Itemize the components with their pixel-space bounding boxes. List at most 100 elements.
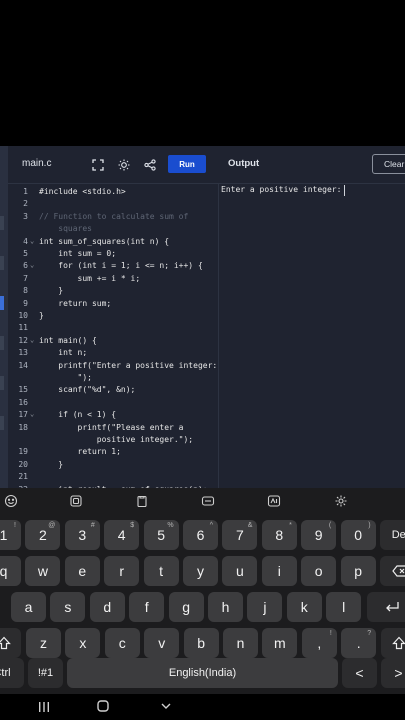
emoji-icon[interactable]: [4, 494, 18, 508]
key-n[interactable]: n: [223, 628, 258, 658]
key-d[interactable]: d: [89, 592, 125, 622]
code-line[interactable]: sum += i * i;: [39, 274, 141, 283]
key-7[interactable]: 7 &: [222, 520, 258, 550]
clipboard-icon[interactable]: [135, 494, 149, 508]
key-q[interactable]: q: [0, 556, 21, 586]
key-u[interactable]: u: [222, 556, 258, 586]
code-line[interactable]: return sum;: [39, 299, 111, 308]
key-a[interactable]: a: [11, 592, 46, 622]
code-line[interactable]: return 1;: [39, 447, 121, 456]
output-console[interactable]: Enter a positive integer:: [219, 185, 405, 488]
code-line[interactable]: }: [39, 460, 63, 469]
key-k[interactable]: k: [286, 592, 322, 622]
key-label: 9: [314, 527, 323, 543]
code-line[interactable]: scanf("%d", &n);: [39, 385, 135, 394]
code-line[interactable]: positive integer.");: [39, 435, 193, 444]
enter-key[interactable]: [367, 592, 405, 622]
fold-chevron-icon[interactable]: ⌄: [30, 261, 34, 269]
left-arrow-key[interactable]: <: [342, 658, 377, 688]
code-editor[interactable]: 1 #include <stdio.h> 2 3 // Function to calc…: [8, 185, 218, 488]
code-line[interactable]: int main() {: [39, 336, 97, 345]
code-line[interactable]: ");: [39, 373, 92, 382]
rail-item[interactable]: [0, 416, 4, 430]
fold-chevron-icon[interactable]: ⌄: [30, 237, 34, 245]
symbols-key[interactable]: !#1: [28, 658, 63, 688]
fullscreen-icon[interactable]: [88, 155, 108, 175]
code-line[interactable]: squares: [39, 224, 92, 233]
settings-icon[interactable]: [334, 494, 348, 508]
clear-button[interactable]: Clear: [372, 154, 405, 174]
rail-item[interactable]: [0, 376, 4, 390]
key-v[interactable]: v: [144, 628, 180, 658]
key-4[interactable]: 4 $: [104, 520, 140, 550]
key-9[interactable]: 9(: [301, 520, 337, 550]
code-line[interactable]: printf("Enter a positive integer:: [39, 361, 217, 370]
share-icon[interactable]: [140, 155, 160, 175]
keyboard-down-icon[interactable]: [160, 700, 172, 712]
key-i[interactable]: i: [261, 556, 297, 586]
key-b[interactable]: b: [183, 628, 219, 658]
key-p[interactable]: p: [340, 556, 376, 586]
handwriting-icon[interactable]: [267, 494, 281, 508]
key-e[interactable]: e: [64, 556, 100, 586]
shift-key[interactable]: [0, 628, 21, 658]
rail-item[interactable]: [0, 216, 4, 230]
space-key[interactable]: English(India): [67, 658, 338, 688]
key-label: t: [159, 563, 164, 579]
key-x[interactable]: x: [65, 628, 101, 658]
ctrl-key[interactable]: Ctrl: [0, 658, 24, 688]
run-button[interactable]: Run: [168, 155, 206, 173]
backspace-key[interactable]: [380, 556, 405, 586]
code-line[interactable]: if (n < 1) {: [39, 410, 116, 419]
recent-apps-icon[interactable]: [37, 701, 51, 713]
key-f[interactable]: f: [129, 592, 165, 622]
key-5[interactable]: 5%: [143, 520, 179, 550]
code-line[interactable]: }: [39, 311, 44, 320]
shift-key-right[interactable]: [381, 628, 405, 658]
key-l[interactable]: l: [326, 592, 362, 622]
home-icon[interactable]: [97, 700, 109, 712]
key-w[interactable]: w: [25, 556, 61, 586]
sticker-icon[interactable]: [69, 494, 83, 508]
key-t[interactable]: t: [143, 556, 179, 586]
on-screen-keyboard: 1!2@3#4$5%6^7&8*9(0)Del qw e r t yuiop asdfghj…: [0, 488, 405, 720]
file-tab-main-c[interactable]: main.c: [22, 158, 51, 169]
code-line[interactable]: }: [39, 286, 63, 295]
code-line[interactable]: printf("Please enter a: [39, 423, 184, 432]
key-r[interactable]: r: [104, 556, 140, 586]
key-s[interactable]: s: [50, 592, 86, 622]
key-comma[interactable]: ,!: [301, 628, 337, 658]
key-0[interactable]: 0): [340, 520, 376, 550]
rail-item[interactable]: [0, 336, 4, 350]
key-g[interactable]: g: [168, 592, 204, 622]
key-m[interactable]: m: [262, 628, 298, 658]
key-o[interactable]: o: [301, 556, 337, 586]
code-line[interactable]: for (int i = 1; i <= n; i++) {: [39, 261, 203, 270]
mode-icon[interactable]: [201, 494, 215, 508]
rail-item[interactable]: [0, 256, 4, 270]
key-2[interactable]: 2 @: [25, 520, 61, 550]
key-j[interactable]: j: [247, 592, 283, 622]
code-line[interactable]: int sum_of_squares(int n) {: [39, 237, 169, 246]
right-arrow-key[interactable]: >: [381, 658, 405, 688]
delete-key[interactable]: Del: [380, 520, 405, 550]
key-8[interactable]: 8 *: [261, 520, 297, 550]
key-6[interactable]: 6 ^: [183, 520, 218, 550]
rail-item-active[interactable]: [0, 296, 4, 310]
key-h[interactable]: h: [208, 592, 243, 622]
code-line[interactable]: int n;: [39, 348, 87, 357]
key-y[interactable]: y: [183, 556, 218, 586]
fold-chevron-icon[interactable]: ⌄: [30, 410, 34, 418]
fold-chevron-icon[interactable]: ⌄: [30, 336, 34, 344]
key-c[interactable]: c: [104, 628, 140, 658]
code-line[interactable]: int sum = 0;: [39, 249, 116, 258]
key-label: c: [118, 635, 126, 651]
code-line[interactable]: // Function to calculate sum of: [39, 212, 188, 221]
key-period[interactable]: .?: [341, 628, 377, 658]
brightness-icon[interactable]: [114, 155, 134, 175]
key-z[interactable]: z: [26, 628, 61, 658]
key-3[interactable]: 3 #: [64, 520, 100, 550]
code-line[interactable]: #include <stdio.h>: [39, 187, 126, 196]
key-1[interactable]: 1!: [0, 520, 21, 550]
key-label: e: [78, 563, 87, 579]
